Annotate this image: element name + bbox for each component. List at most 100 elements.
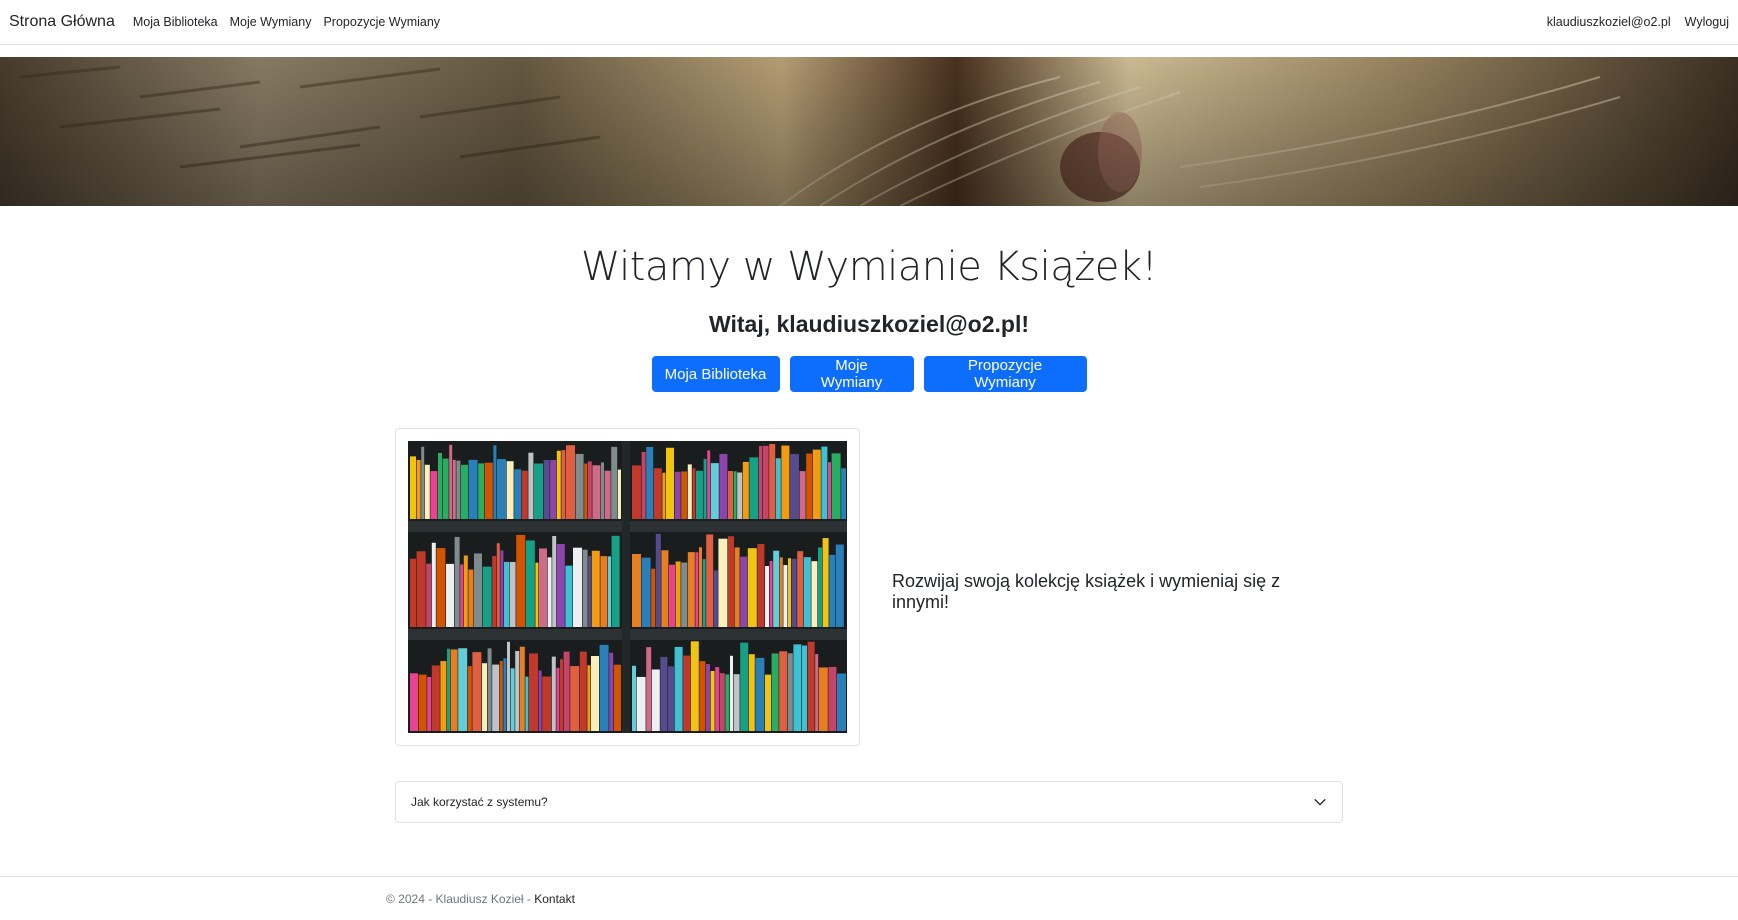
book-spine bbox=[492, 664, 500, 731]
bookshelf-image bbox=[408, 441, 847, 733]
book-spine bbox=[692, 468, 696, 519]
book-spine bbox=[757, 544, 765, 627]
book-spine bbox=[600, 556, 608, 627]
book-spine bbox=[442, 458, 449, 519]
book-spine bbox=[818, 547, 822, 627]
book-spine bbox=[802, 645, 807, 731]
book-spine bbox=[779, 651, 788, 731]
book-spine bbox=[463, 555, 468, 627]
book-spine bbox=[725, 674, 730, 731]
book-spine bbox=[561, 450, 566, 519]
book-spine bbox=[668, 666, 674, 731]
book-spine bbox=[632, 554, 641, 627]
book-spine bbox=[468, 459, 478, 519]
book-spine bbox=[482, 663, 487, 731]
book-spine bbox=[418, 674, 427, 731]
brand-home-link[interactable]: Strona Główna bbox=[9, 13, 115, 31]
book-spine bbox=[450, 649, 458, 731]
hero-book-illustration bbox=[0, 57, 1738, 206]
book-spine bbox=[815, 654, 819, 731]
book-spine bbox=[783, 565, 788, 627]
book-spine bbox=[632, 465, 641, 519]
book-spine bbox=[747, 548, 757, 627]
moja-biblioteka-button[interactable]: Moja Biblioteka bbox=[651, 356, 780, 392]
book-spine bbox=[601, 462, 604, 519]
book-spine bbox=[478, 463, 485, 519]
book-spine bbox=[447, 648, 450, 731]
book-spine bbox=[742, 461, 749, 519]
contact-link[interactable]: Kontakt bbox=[534, 892, 575, 906]
propozycje-wymiany-button[interactable]: Propozycje Wymiany bbox=[923, 356, 1087, 392]
book-spine bbox=[733, 674, 740, 731]
book-spine bbox=[461, 464, 468, 519]
book-spine bbox=[831, 453, 841, 519]
book-spine bbox=[525, 676, 529, 731]
book-spine bbox=[587, 461, 592, 519]
book-spine bbox=[492, 555, 497, 627]
book-spine bbox=[446, 563, 454, 627]
book-spine bbox=[695, 552, 699, 627]
user-greeting: Witaj, klaudiuszkoziel@o2.pl! bbox=[709, 311, 1029, 337]
book-spine bbox=[669, 564, 675, 627]
book-spine bbox=[749, 457, 759, 519]
book-spine bbox=[416, 459, 421, 519]
book-spine bbox=[706, 534, 714, 627]
book-spine bbox=[542, 676, 552, 731]
moje-wymiany-button[interactable]: Moje Wymiany bbox=[789, 356, 914, 392]
how-to-use-accordion[interactable]: Jak korzystać z systemu? bbox=[395, 781, 1343, 823]
nav-user-email[interactable]: klaudiuszkoziel@o2.pl bbox=[1547, 15, 1671, 29]
book-spine bbox=[543, 460, 550, 519]
book-spine bbox=[779, 557, 783, 627]
book-spine bbox=[503, 658, 507, 731]
book-spine bbox=[829, 554, 836, 627]
book-spine bbox=[715, 667, 720, 731]
accordion-label: Jak korzystać z systemu? bbox=[411, 795, 548, 809]
book-spine bbox=[506, 461, 514, 519]
book-spine bbox=[516, 534, 526, 627]
book-spine bbox=[556, 667, 560, 731]
book-spine bbox=[675, 561, 681, 627]
book-spine bbox=[438, 452, 442, 519]
book-spine bbox=[797, 551, 804, 627]
book-spine bbox=[611, 446, 618, 519]
book-spine bbox=[632, 665, 636, 731]
book-spine bbox=[790, 454, 799, 519]
book-spine bbox=[551, 656, 556, 731]
book-spine bbox=[788, 558, 791, 627]
book-spine bbox=[662, 472, 666, 519]
book-spine bbox=[507, 641, 510, 731]
book-spine bbox=[660, 656, 668, 731]
action-buttons: Moja Biblioteka Moje Wymiany Propozycje … bbox=[0, 356, 1738, 392]
logout-link[interactable]: Wyloguj bbox=[1685, 15, 1729, 29]
book-spine bbox=[525, 540, 535, 627]
book-spine bbox=[592, 465, 601, 519]
book-spine bbox=[510, 668, 515, 731]
book-spine bbox=[646, 647, 652, 731]
book-spine bbox=[566, 445, 575, 519]
book-spine bbox=[687, 464, 692, 519]
book-spine bbox=[641, 557, 651, 627]
book-spine bbox=[582, 549, 588, 627]
book-spine bbox=[728, 471, 733, 519]
book-spine bbox=[755, 657, 765, 731]
book-spine bbox=[556, 543, 565, 627]
book-spine bbox=[655, 533, 661, 627]
book-spine bbox=[528, 452, 534, 519]
book-spine bbox=[666, 447, 674, 519]
book-spine bbox=[690, 641, 699, 731]
book-spine bbox=[806, 453, 813, 519]
book-spine bbox=[467, 666, 472, 731]
book-spine bbox=[762, 445, 769, 519]
nav-link-propozycje-wymiany[interactable]: Propozycje Wymiany bbox=[323, 15, 440, 29]
book-spine bbox=[728, 536, 734, 627]
nav-link-moje-wymiany[interactable]: Moje Wymiany bbox=[230, 15, 312, 29]
book-spine bbox=[468, 569, 474, 627]
book-spine bbox=[460, 564, 464, 627]
book-spine bbox=[699, 661, 706, 731]
nav-link-moja-biblioteka[interactable]: Moja Biblioteka bbox=[133, 15, 218, 29]
book-spine bbox=[534, 463, 543, 519]
book-spine bbox=[410, 456, 416, 519]
book-spine bbox=[604, 470, 611, 519]
book-spine bbox=[587, 665, 591, 731]
book-spine bbox=[791, 558, 797, 627]
